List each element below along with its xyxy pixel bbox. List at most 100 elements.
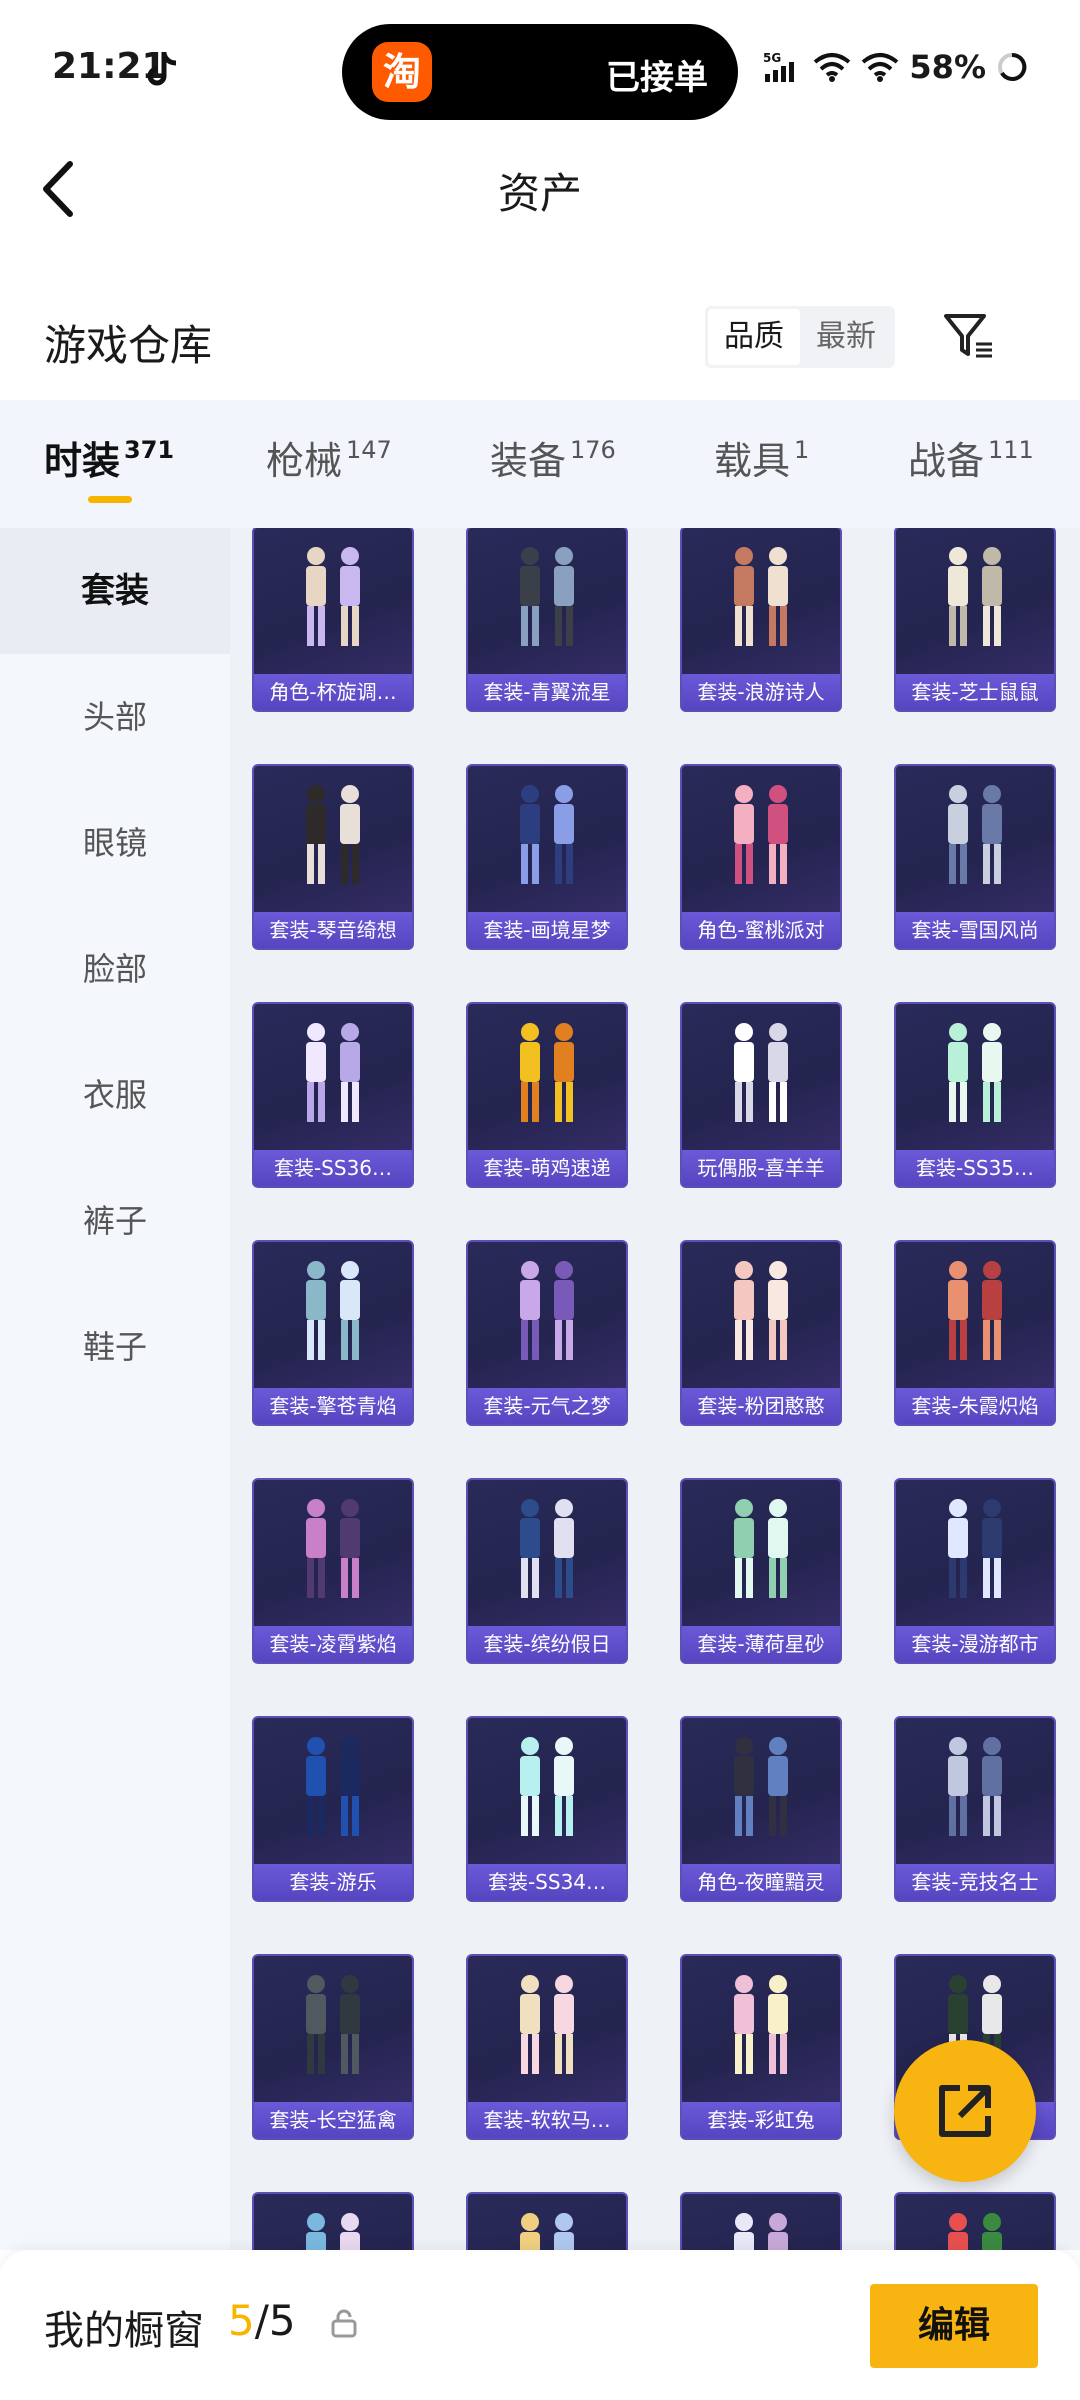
- item-card[interactable]: 套装-竞技名士: [894, 1716, 1056, 1902]
- item-card[interactable]: 套装-SS34…: [466, 1716, 628, 1902]
- bottom-bar: 我的橱窗 5/5 编辑: [0, 2250, 1080, 2400]
- item-label: 套装-漫游都市: [896, 1626, 1054, 1662]
- item-label: 套装-SS35…: [896, 1150, 1054, 1186]
- outfit-thumbnail: [734, 1975, 788, 2074]
- item-card[interactable]: 角色-蜜桃派对: [680, 764, 842, 950]
- category-tabs: 时装 371 枪械 147 装备 176 载具 1 战备 111: [0, 400, 1080, 528]
- outfit-thumbnail: [734, 1261, 788, 1360]
- item-label: 套装-竞技名士: [896, 1864, 1054, 1900]
- tab-guns[interactable]: 枪械 147: [266, 430, 392, 485]
- item-label: 角色-杯旋调…: [254, 674, 412, 710]
- tab-fashion[interactable]: 时装 371: [44, 430, 174, 485]
- wifi-icon: [814, 53, 851, 82]
- item-label: 角色-蜜桃派对: [682, 912, 840, 948]
- item-card[interactable]: 套装-漫游都市: [894, 1478, 1056, 1664]
- sort-quality[interactable]: 品质: [708, 309, 800, 365]
- outfit-thumbnail: [948, 1023, 1002, 1122]
- edit-button[interactable]: 编辑: [870, 2284, 1038, 2368]
- outfit-thumbnail: [306, 1261, 360, 1360]
- status-bar: 21:21 淘 已接单 5G 58%: [0, 0, 1080, 140]
- signal-5g-icon: 5G: [763, 51, 795, 82]
- outfit-thumbnail: [306, 1499, 360, 1598]
- item-card[interactable]: 套装-朱霞炽焰: [894, 1240, 1056, 1426]
- tab-vehicles[interactable]: 载具 1: [714, 430, 809, 485]
- outfit-thumbnail: [306, 2213, 360, 2250]
- item-card[interactable]: 套装-缤纷假日: [466, 1478, 628, 1664]
- outfit-thumbnail: [520, 547, 574, 646]
- item-card[interactable]: 套装-SS36…: [252, 1002, 414, 1188]
- tab-equipment[interactable]: 装备 176: [490, 430, 616, 485]
- dynamic-island[interactable]: 淘 已接单: [342, 24, 738, 120]
- item-card[interactable]: 角色-夜瞳黯灵: [680, 1716, 842, 1902]
- item-grid: 角色-杯旋调… 套装-青翼流星 套装-浪游诗人 套装-芝士鼠鼠套装-琴音绮想 套装-画境…: [230, 528, 1080, 2250]
- item-card[interactable]: 套装-雪国风尚: [894, 764, 1056, 950]
- outfit-thumbnail: [948, 2213, 1002, 2250]
- item-card[interactable]: [466, 2192, 628, 2250]
- side-item-shoes[interactable]: 鞋子: [0, 1284, 230, 1410]
- item-card[interactable]: 套装-软软马…: [466, 1954, 628, 2140]
- tiktok-icon: [147, 52, 177, 86]
- item-label: 套装-粉团憨憨: [682, 1388, 840, 1424]
- side-item-pants[interactable]: 裤子: [0, 1158, 230, 1284]
- outfit-thumbnail: [948, 547, 1002, 646]
- showcase-separator: /: [254, 2296, 269, 2345]
- sort-latest[interactable]: 最新: [800, 309, 892, 365]
- item-card[interactable]: 套装-元气之梦: [466, 1240, 628, 1426]
- filter-icon[interactable]: [940, 308, 996, 364]
- side-item-head[interactable]: 头部: [0, 654, 230, 780]
- wifi-icon-secondary: [862, 53, 899, 82]
- item-label: 套装-雪国风尚: [896, 912, 1054, 948]
- sort-toggle: 品质 最新: [705, 306, 895, 368]
- item-card[interactable]: 套装-擎苍青焰: [252, 1240, 414, 1426]
- outfit-thumbnail: [734, 785, 788, 884]
- item-card[interactable]: [894, 2192, 1056, 2250]
- item-label: 套装-彩虹兔: [682, 2102, 840, 2138]
- item-card[interactable]: 玩偶服-喜羊羊: [680, 1002, 842, 1188]
- lock-icon[interactable]: [330, 2308, 358, 2338]
- svg-text:5G: 5G: [763, 51, 781, 65]
- outfit-thumbnail: [306, 1023, 360, 1122]
- item-card[interactable]: 套装-薄荷星砂: [680, 1478, 842, 1664]
- item-label: 套装-SS36…: [254, 1150, 412, 1186]
- outfit-thumbnail: [520, 2213, 574, 2250]
- item-card[interactable]: 角色-杯旋调…: [252, 528, 414, 712]
- item-label: 玩偶服-喜羊羊: [682, 1150, 840, 1186]
- outfit-thumbnail: [734, 1499, 788, 1598]
- item-card[interactable]: 套装-萌鸡速递: [466, 1002, 628, 1188]
- showcase-count: 5/5: [228, 2296, 296, 2345]
- page-title: 资产: [497, 169, 582, 218]
- battery-ring-icon: [998, 52, 1027, 81]
- item-label: 套装-缤纷假日: [468, 1626, 626, 1662]
- outfit-thumbnail: [520, 1975, 574, 2074]
- item-card[interactable]: 套装-长空猛禽: [252, 1954, 414, 2140]
- item-card[interactable]: 套装-青翼流星: [466, 528, 628, 712]
- side-item-face[interactable]: 脸部: [0, 906, 230, 1032]
- outfit-thumbnail: [948, 1737, 1002, 1836]
- item-card[interactable]: 套装-琴音绮想: [252, 764, 414, 950]
- item-card[interactable]: 套装-芝士鼠鼠: [894, 528, 1056, 712]
- side-item-glasses[interactable]: 眼镜: [0, 780, 230, 906]
- battery-percent: 58%: [909, 48, 986, 86]
- item-label: 套装-软软马…: [468, 2102, 626, 2138]
- outfit-thumbnail: [520, 1023, 574, 1122]
- item-card[interactable]: [680, 2192, 842, 2250]
- item-card[interactable]: 套装-凌霄紫焰: [252, 1478, 414, 1664]
- side-category-list: 套装 头部 眼镜 脸部 衣服 裤子 鞋子: [0, 528, 230, 2250]
- item-card[interactable]: 套装-浪游诗人: [680, 528, 842, 712]
- outfit-thumbnail: [520, 1737, 574, 1836]
- item-card[interactable]: 套装-游乐: [252, 1716, 414, 1902]
- tab-combat-prep[interactable]: 战备 111: [908, 430, 1034, 485]
- warehouse-row: 游戏仓库 品质 最新: [0, 290, 1080, 386]
- item-card[interactable]: 套装-SS35…: [894, 1002, 1056, 1188]
- item-card[interactable]: [252, 2192, 414, 2250]
- side-item-clothes[interactable]: 衣服: [0, 1032, 230, 1158]
- item-label: 套装-青翼流星: [468, 674, 626, 710]
- item-card[interactable]: 套装-粉团憨憨: [680, 1240, 842, 1426]
- item-card[interactable]: 套装-画境星梦: [466, 764, 628, 950]
- status-indicators: 5G 58%: [763, 48, 1028, 86]
- share-out-button[interactable]: [894, 2040, 1036, 2182]
- tab-active-indicator: [88, 496, 132, 503]
- showcase-total: 5: [268, 2296, 296, 2345]
- item-card[interactable]: 套装-彩虹兔: [680, 1954, 842, 2140]
- side-item-suits[interactable]: 套装: [0, 528, 230, 654]
